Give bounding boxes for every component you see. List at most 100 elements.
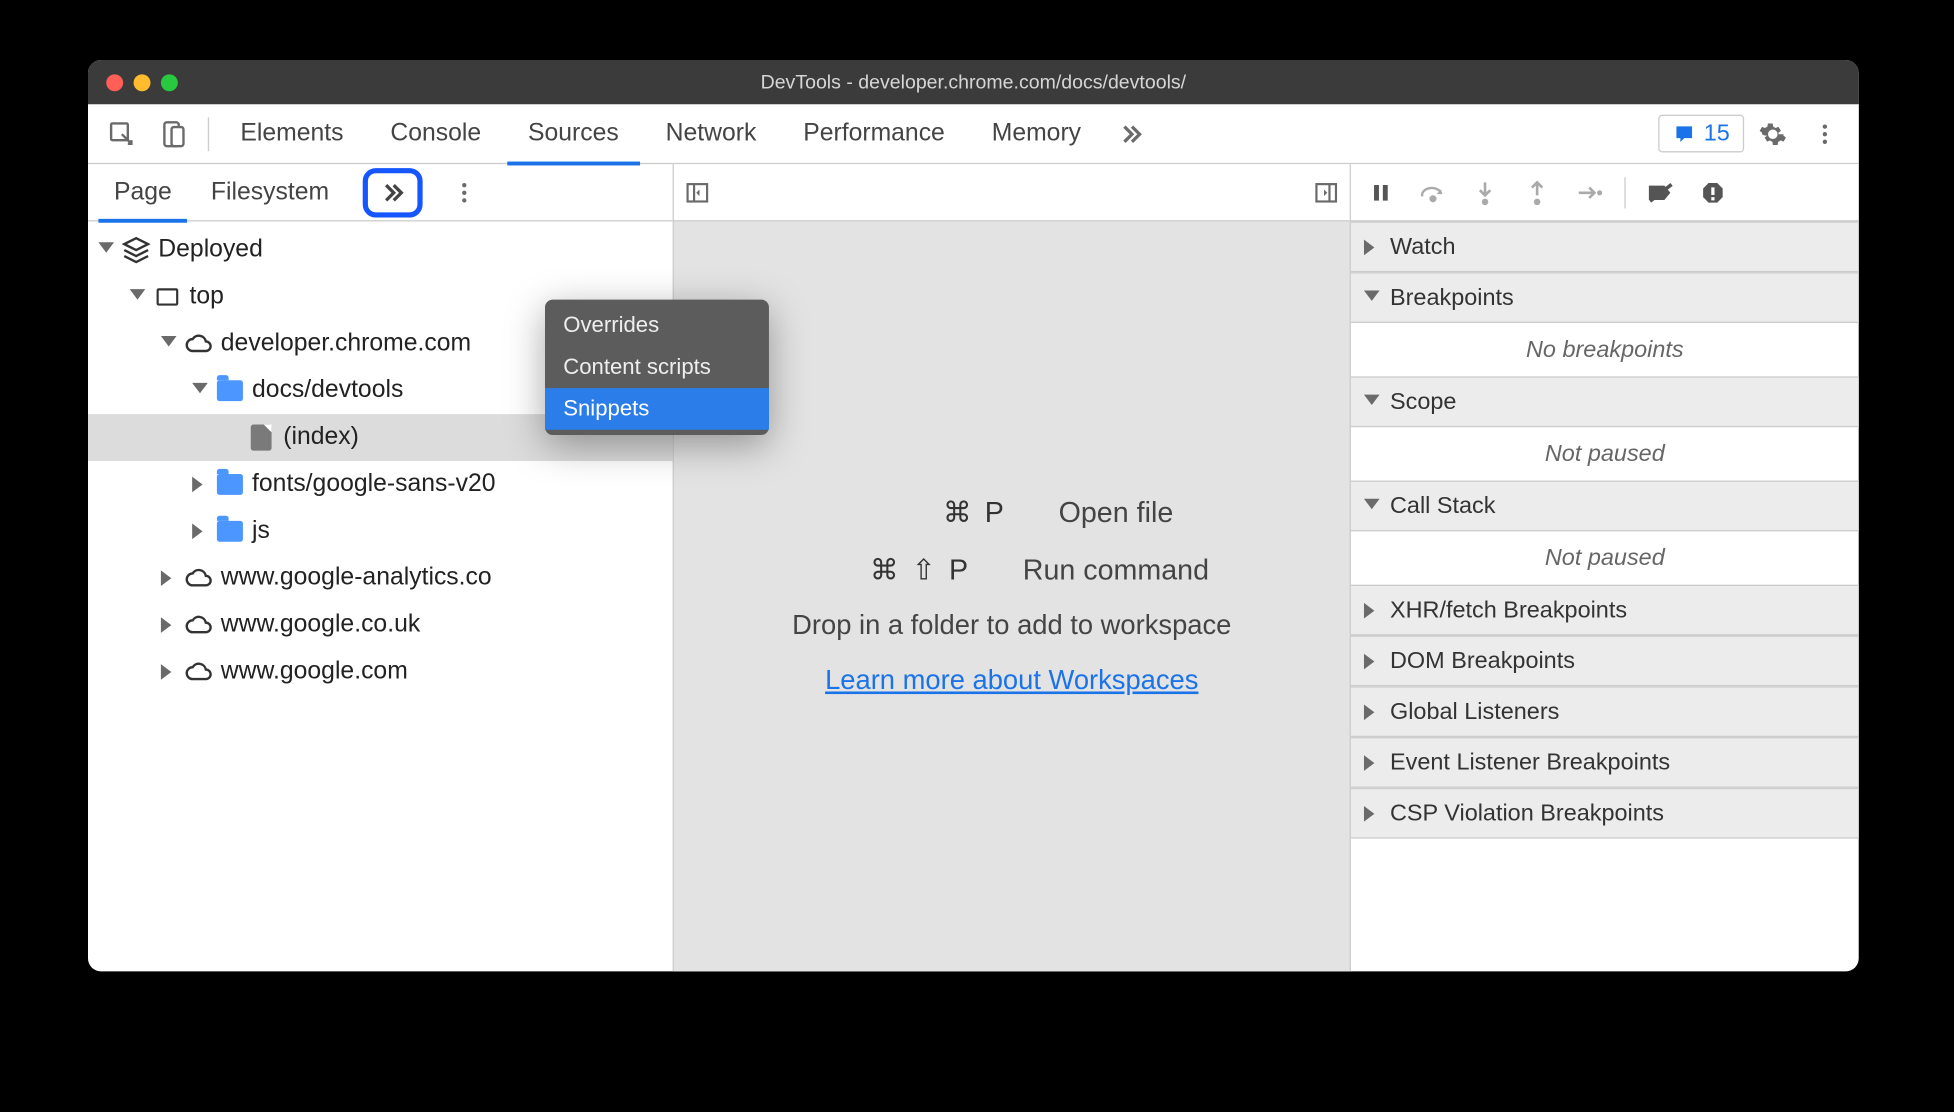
workspace-hint: Drop in a folder to add to workspace xyxy=(792,611,1231,642)
tree-folder-docs-label: docs/devtools xyxy=(252,376,403,405)
step-out-button[interactable] xyxy=(1520,175,1554,209)
disclosure-icon xyxy=(1364,239,1380,255)
tree-deployed-label: Deployed xyxy=(158,236,263,265)
panel-body: Page Filesystem Deployed xyxy=(88,164,1859,971)
window-title: DevTools - developer.chrome.com/docs/dev… xyxy=(88,71,1859,93)
sidebar-options-icon[interactable] xyxy=(451,179,477,205)
debug-section-header[interactable]: Scope xyxy=(1351,376,1859,427)
disclosure-icon xyxy=(1364,653,1380,669)
disclosure-icon xyxy=(161,664,177,680)
sidebar-tab-page[interactable]: Page xyxy=(98,164,187,221)
debug-section-label: CSP Violation Breakpoints xyxy=(1390,800,1664,827)
disclosure-icon xyxy=(161,336,177,352)
tree-folder-fonts[interactable]: fonts/google-sans-v20 xyxy=(88,461,673,508)
step-button[interactable] xyxy=(1572,175,1606,209)
disclosure-icon xyxy=(192,477,208,493)
sidebar-tabs-popup: Overrides Content scripts Snippets xyxy=(545,300,769,435)
tab-elements[interactable]: Elements xyxy=(220,104,365,164)
popup-item-overrides[interactable]: Overrides xyxy=(545,305,769,347)
popup-item-content-scripts[interactable]: Content scripts xyxy=(545,346,769,388)
disclosure-icon xyxy=(98,242,114,258)
editor-pane: ⌘ P Open file ⌘ ⇧ P Run command Drop in … xyxy=(674,164,1351,971)
sources-sidebar: Page Filesystem Deployed xyxy=(88,164,674,971)
popup-item-snippets[interactable]: Snippets xyxy=(545,388,769,430)
file-icon xyxy=(247,423,276,452)
issues-icon xyxy=(1672,122,1695,145)
chevron-double-right-icon xyxy=(380,179,406,205)
step-over-button[interactable] xyxy=(1416,175,1450,209)
disclosure-icon xyxy=(161,617,177,633)
debugger-pane: Watch BreakpointsNo breakpoints Scope Not p… xyxy=(1351,164,1859,971)
shortcut-label: Open file xyxy=(1059,496,1174,530)
tree-origin-guk[interactable]: www.google.co.uk xyxy=(88,602,673,649)
toggle-debugger-icon[interactable] xyxy=(1313,179,1339,205)
debug-section-label: XHR/fetch Breakpoints xyxy=(1390,596,1627,623)
debug-section-header[interactable]: Call Stack xyxy=(1351,481,1859,532)
debug-section-label: Watch xyxy=(1390,233,1456,260)
settings-icon[interactable] xyxy=(1749,110,1796,157)
device-toolbar-icon[interactable] xyxy=(150,110,197,157)
debug-section-label: Global Listeners xyxy=(1390,698,1559,725)
step-into-button[interactable] xyxy=(1468,175,1502,209)
debug-section-header[interactable]: Watch xyxy=(1351,221,1859,272)
more-tabs-icon[interactable] xyxy=(1107,110,1154,157)
pause-button[interactable] xyxy=(1364,175,1398,209)
cloud-icon xyxy=(184,330,213,359)
tree-folder-js-label: js xyxy=(252,517,270,546)
disclosure-icon xyxy=(1364,290,1380,306)
sidebar-tab-filesystem[interactable]: Filesystem xyxy=(195,164,344,221)
debug-section-body: No breakpoints xyxy=(1351,323,1859,376)
deactivate-breakpoints-button[interactable] xyxy=(1644,175,1678,209)
tab-performance[interactable]: Performance xyxy=(782,104,965,164)
debug-section-label: Event Listener Breakpoints xyxy=(1390,749,1670,776)
cloud-icon xyxy=(184,611,213,640)
toolbar-separator xyxy=(1624,177,1625,208)
tab-network[interactable]: Network xyxy=(645,104,777,164)
tree-origin-main-label: developer.chrome.com xyxy=(221,330,471,359)
cloud-icon xyxy=(184,658,213,687)
tree-origin-ga-label: www.google-analytics.co xyxy=(221,564,492,593)
folder-icon xyxy=(216,517,245,546)
devtools-window: DevTools - developer.chrome.com/docs/dev… xyxy=(88,60,1859,971)
tree-deployed[interactable]: Deployed xyxy=(88,227,673,274)
sidebar-more-tabs[interactable] xyxy=(363,167,423,216)
folder-icon xyxy=(216,376,245,405)
tree-origin-guk-label: www.google.co.uk xyxy=(221,611,420,640)
debug-section-header[interactable]: Event Listener Breakpoints xyxy=(1351,737,1859,788)
debug-section-header[interactable]: DOM Breakpoints xyxy=(1351,635,1859,686)
tree-folder-fonts-label: fonts/google-sans-v20 xyxy=(252,470,495,499)
disclosure-icon xyxy=(192,524,208,540)
debug-section-header[interactable]: CSP Violation Breakpoints xyxy=(1351,788,1859,839)
debug-section-body: Not paused xyxy=(1351,427,1859,480)
disclosure-icon xyxy=(1364,755,1380,771)
disclosure-icon xyxy=(192,383,208,399)
issues-button[interactable]: 15 xyxy=(1658,115,1744,153)
toolbar-separator xyxy=(208,117,209,151)
editor-tabstrip xyxy=(674,164,1350,221)
inspect-element-icon[interactable] xyxy=(98,110,145,157)
tab-sources[interactable]: Sources xyxy=(507,104,639,164)
tree-origin-gcom[interactable]: www.google.com xyxy=(88,649,673,696)
pause-on-exceptions-button[interactable] xyxy=(1696,175,1730,209)
tab-memory[interactable]: Memory xyxy=(971,104,1102,164)
debug-section-label: Scope xyxy=(1390,388,1456,415)
shortcut-keys: ⌘ P xyxy=(850,496,1006,530)
issues-count: 15 xyxy=(1704,120,1730,147)
tree-folder-js[interactable]: js xyxy=(88,508,673,555)
disclosure-icon xyxy=(1364,704,1380,720)
cloud-icon xyxy=(184,564,213,593)
more-options-icon[interactable] xyxy=(1801,110,1848,157)
frame-icon xyxy=(153,283,182,312)
debug-section-header[interactable]: Breakpoints xyxy=(1351,272,1859,323)
workspace-link[interactable]: Learn more about Workspaces xyxy=(825,665,1198,696)
debug-section-header[interactable]: Global Listeners xyxy=(1351,686,1859,737)
debug-section-header[interactable]: XHR/fetch Breakpoints xyxy=(1351,585,1859,636)
disclosure-icon xyxy=(1364,602,1380,618)
shortcut-keys: ⌘ ⇧ P xyxy=(814,553,970,587)
debug-sections: Watch BreakpointsNo breakpoints Scope Not p… xyxy=(1351,221,1859,838)
main-toolbar: Elements Console Sources Network Perform… xyxy=(88,104,1859,164)
tab-console[interactable]: Console xyxy=(369,104,501,164)
toggle-navigator-icon[interactable] xyxy=(684,179,710,205)
tree-origin-ga[interactable]: www.google-analytics.co xyxy=(88,555,673,602)
shortcut-run-command: ⌘ ⇧ P Run command xyxy=(814,553,1209,587)
